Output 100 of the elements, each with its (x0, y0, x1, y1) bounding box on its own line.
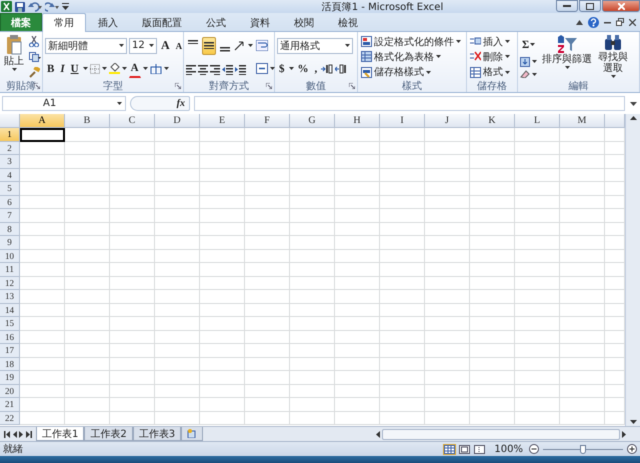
row-header[interactable]: 4 (0, 168, 20, 182)
font-color-button[interactable]: A (128, 60, 141, 78)
dialog-launcher-icon[interactable] (266, 83, 272, 89)
grid-cell[interactable] (200, 358, 245, 371)
grid-cell[interactable] (245, 358, 290, 371)
grid-cell[interactable] (560, 317, 605, 330)
align-center-icon[interactable] (198, 62, 208, 74)
comma-button[interactable]: , (312, 60, 320, 78)
grid-cell[interactable] (380, 142, 425, 155)
grid-cell[interactable] (560, 128, 605, 142)
grid-cell[interactable] (515, 358, 560, 371)
grid-cell[interactable] (20, 142, 65, 155)
grid-cell[interactable] (200, 209, 245, 222)
grid-cell[interactable] (65, 263, 110, 276)
ribbon-tab[interactable]: 檔案 (0, 13, 42, 31)
dialog-launcher-icon[interactable] (34, 83, 40, 89)
grid-cell[interactable] (425, 196, 470, 209)
column-header[interactable]: A (20, 114, 65, 128)
grid-cell[interactable] (515, 304, 560, 317)
grid-cell[interactable] (380, 209, 425, 222)
ribbon-tab[interactable]: 資料 (238, 13, 282, 31)
column-header[interactable]: M (560, 114, 605, 128)
grid-cell[interactable] (335, 182, 380, 196)
grid-cell[interactable] (155, 168, 200, 182)
view-button[interactable] (473, 444, 486, 454)
grid-cell[interactable] (290, 344, 335, 358)
close-button[interactable] (602, 0, 640, 12)
row-header[interactable]: 2 (0, 142, 20, 155)
caret-icon[interactable] (456, 40, 461, 44)
grid-cell[interactable] (110, 142, 155, 155)
grid-cell[interactable] (200, 128, 245, 142)
close-icon[interactable] (629, 18, 636, 26)
grid-cell[interactable] (515, 412, 560, 425)
slider-thumb[interactable] (580, 444, 586, 454)
row-header[interactable]: 20 (0, 384, 20, 398)
grid-cell[interactable] (425, 412, 470, 425)
sheet-tab[interactable]: 工作表1 (36, 427, 84, 441)
column-header[interactable]: H (335, 114, 380, 128)
row-header[interactable]: 16 (0, 330, 20, 344)
grid-cell[interactable] (425, 250, 470, 263)
caret-icon[interactable] (532, 60, 537, 64)
grid-cell[interactable] (155, 412, 200, 425)
grid-cell[interactable] (155, 128, 200, 142)
grid-cell[interactable] (200, 168, 245, 182)
grid-cell[interactable] (425, 330, 470, 344)
grid-cell[interactable] (155, 155, 200, 168)
grid-cell[interactable] (65, 209, 110, 222)
grid-cell[interactable] (380, 168, 425, 182)
grid-cell[interactable] (560, 290, 605, 304)
row-header[interactable]: 9 (0, 236, 20, 250)
grid-cell[interactable] (155, 398, 200, 412)
grid-cell[interactable] (155, 142, 200, 155)
caret-icon[interactable] (426, 70, 431, 74)
grid-cell[interactable] (335, 290, 380, 304)
grid-cell[interactable] (560, 155, 605, 168)
grid-cell[interactable] (20, 304, 65, 317)
caret-icon[interactable] (122, 67, 127, 70)
ribbon-menu-button[interactable]: 設定格式化的條件 (360, 34, 462, 50)
grid-cell[interactable] (110, 384, 155, 398)
grid-cell[interactable] (470, 371, 515, 384)
caret-icon[interactable] (82, 67, 88, 70)
grid-cell[interactable] (65, 304, 110, 317)
grid-cell[interactable] (200, 412, 245, 425)
column-header[interactable]: D (155, 114, 200, 128)
caret-icon[interactable] (119, 44, 124, 47)
grid-cell[interactable] (65, 168, 110, 182)
grid-cell[interactable] (110, 371, 155, 384)
grid-cell[interactable] (335, 398, 380, 412)
grid-cell[interactable] (470, 182, 515, 196)
caret-icon[interactable] (270, 67, 275, 70)
grid-cell[interactable] (560, 209, 605, 222)
sheet-tab[interactable]: 工作表3 (132, 427, 182, 441)
grid-cell[interactable] (335, 412, 380, 425)
copy-icon[interactable] (29, 52, 41, 62)
decrease-indent-icon[interactable] (222, 62, 233, 74)
caret-icon[interactable] (505, 70, 510, 74)
grid-cell[interactable] (335, 263, 380, 276)
grid-cell[interactable] (245, 236, 290, 250)
select-all-corner[interactable] (0, 114, 20, 128)
column-header[interactable]: I (380, 114, 425, 128)
grid-cell[interactable] (155, 236, 200, 250)
grid-cell[interactable] (560, 182, 605, 196)
grid-cell[interactable] (470, 142, 515, 155)
grid-cell[interactable] (335, 330, 380, 344)
ribbon-tab[interactable]: 常用 (42, 13, 86, 32)
grid-cell[interactable] (335, 196, 380, 209)
ribbon-tab[interactable]: 公式 (194, 13, 238, 31)
zoom-in-icon[interactable] (627, 444, 637, 454)
grid-cell[interactable] (65, 358, 110, 371)
grid-cell[interactable] (110, 250, 155, 263)
grid-cell[interactable] (110, 317, 155, 330)
caret-icon[interactable] (149, 44, 154, 47)
grid-cell[interactable] (425, 155, 470, 168)
grid-cell[interactable] (200, 236, 245, 250)
grid-cell[interactable] (245, 182, 290, 196)
column-header[interactable]: E (200, 114, 245, 128)
grid-cell[interactable] (155, 222, 200, 236)
grid-cell[interactable] (425, 317, 470, 330)
grid-cell[interactable] (515, 128, 560, 142)
grid-cell[interactable] (470, 168, 515, 182)
